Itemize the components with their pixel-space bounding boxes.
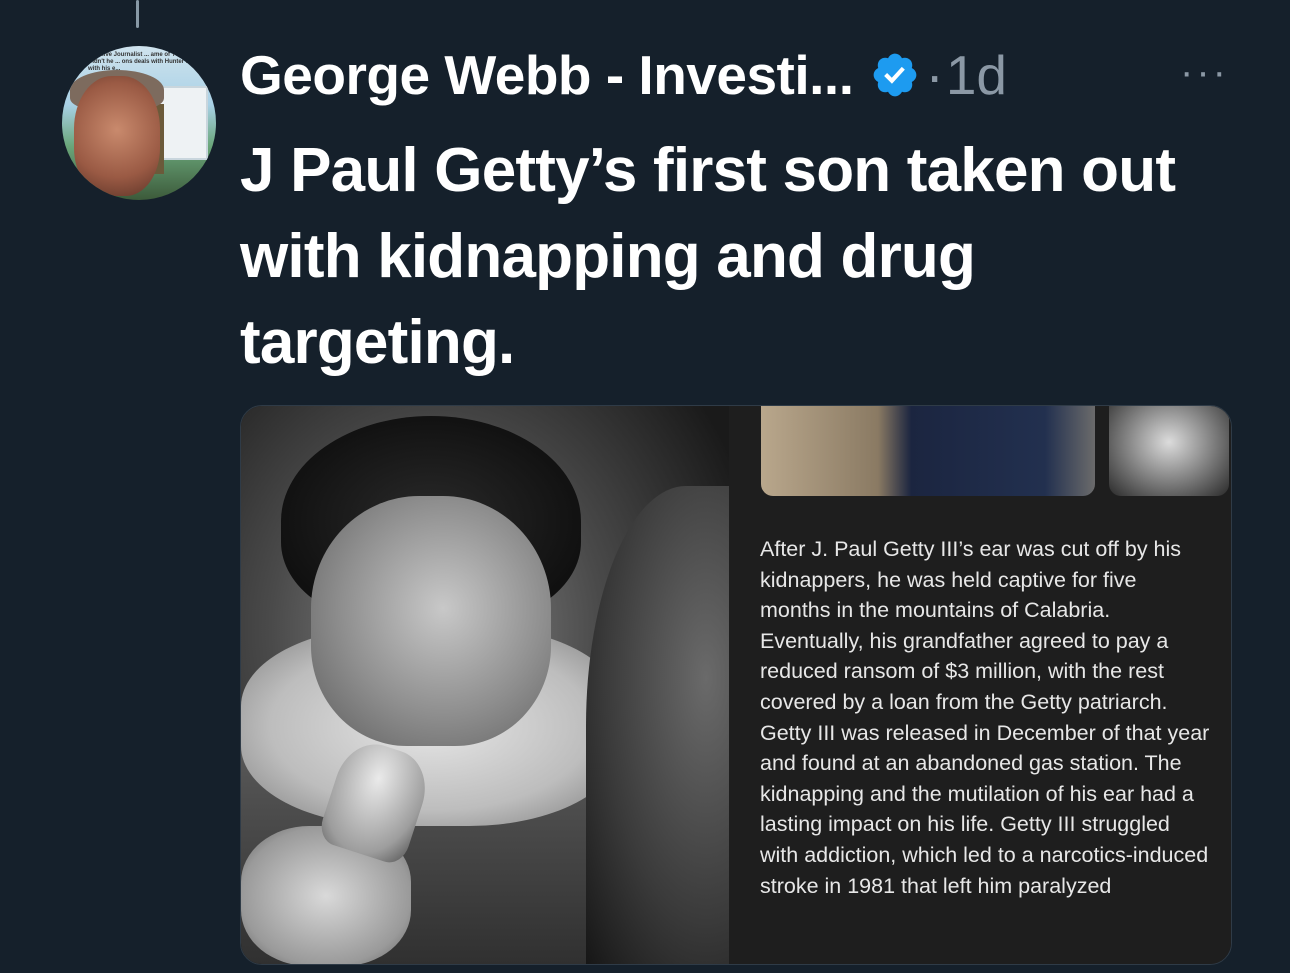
avatar-background-building — [158, 86, 208, 160]
article-thumbnail-wheelchair — [761, 406, 1095, 496]
photo-face — [311, 496, 551, 746]
tweet-header: George Webb - Investi... · 1d — [240, 40, 1007, 110]
more-options-icon[interactable]: ··· — [1180, 52, 1229, 92]
avatar[interactable]: ...igative Journalist ... ame of Yu to T… — [62, 46, 216, 200]
article-body-text: After J. Paul Getty III’s ear was cut of… — [760, 537, 1210, 898]
author-display-name[interactable]: George Webb - Investi... — [240, 43, 854, 107]
tweet-view: ...igative Journalist ... ame of Yu to T… — [0, 0, 1290, 973]
article-screenshot-panel: After J. Paul Getty III’s ear was cut of… — [729, 406, 1231, 964]
thread-connector-line — [136, 0, 139, 28]
avatar-caption: ...igative Journalist ... ame of Yu to T… — [88, 52, 210, 72]
header-separator: · — [925, 44, 944, 106]
tweet-timestamp[interactable]: 1d — [946, 43, 1007, 107]
tweet-media-image[interactable]: After J. Paul Getty III’s ear was cut of… — [240, 405, 1232, 965]
verified-badge-icon[interactable] — [870, 50, 920, 100]
avatar-face — [74, 76, 160, 196]
photo-reporter-silhouette — [586, 486, 729, 964]
photo-young-man-interview — [241, 406, 729, 964]
tweet-text: J Paul Getty’s first son taken out with … — [240, 136, 1176, 377]
article-thumbnail-portrait — [1109, 406, 1229, 496]
